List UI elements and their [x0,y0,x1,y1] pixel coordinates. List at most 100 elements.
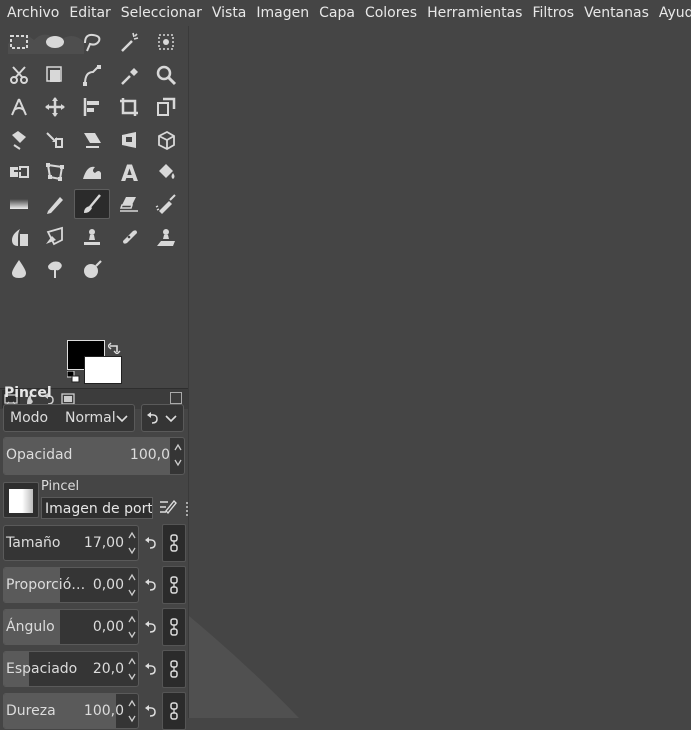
param-link-button[interactable] [162,524,186,562]
param-reset-button[interactable] [141,609,159,645]
spinner-icon[interactable] [127,570,137,600]
free-select-tool[interactable] [74,27,110,57]
background-color[interactable] [84,356,122,384]
mypaint-brush-tool[interactable] [37,222,73,252]
foreground-select-tool[interactable] [37,60,73,90]
menu-archivo[interactable]: Archivo [0,0,64,26]
param-slider[interactable]: Proporció… 0,00 [3,567,139,603]
eraser-tool[interactable] [111,189,147,219]
scissors-select-tool[interactable] [1,60,37,90]
param-reset-button[interactable] [141,525,159,561]
airbrush-tool[interactable] [148,189,184,219]
ink-tool[interactable] [1,222,37,252]
color-select-tool[interactable] [148,27,184,57]
rect-select-tool[interactable] [1,27,37,57]
move-tool[interactable] [37,92,73,122]
unified-transform-tool[interactable] [148,92,184,122]
menu-editar[interactable]: Editar [64,0,115,26]
color-picker-tool[interactable] [111,60,147,90]
clone-icon [84,229,100,245]
blur-icon [12,260,26,278]
canvas-area[interactable] [189,26,691,718]
menu-filtros[interactable]: Filtros [527,0,579,26]
brush-label: Pincel [41,479,80,494]
param-slider[interactable]: Ángulo 0,00 [3,609,139,645]
opacity-value: 100,0 [129,447,170,463]
measure-tool[interactable] [1,92,37,122]
panel-grip[interactable] [186,502,191,516]
param-label: Dureza [6,703,56,719]
edit-brush-icon[interactable] [158,497,178,517]
spinner-icon[interactable] [173,440,183,470]
perspective-tool[interactable] [111,125,147,155]
param-link-button[interactable] [162,608,186,646]
pencil-tool[interactable] [37,189,73,219]
shear-tool[interactable] [74,125,110,155]
fuzzy-select-tool[interactable] [111,27,147,57]
menu-capa[interactable]: Capa [314,0,360,26]
param-link-button[interactable] [162,650,186,688]
menu-ayuda[interactable]: Ayuda [654,0,691,26]
bucket-fill-icon [159,164,175,179]
text-tool[interactable]: A [111,157,147,187]
crop-tool[interactable] [111,92,147,122]
param-slider[interactable]: Tamaño 17,00 [3,525,139,561]
flip-tool[interactable] [1,157,37,187]
menu-vista[interactable]: Vista [207,0,252,26]
menu-imagen[interactable]: Imagen [251,0,314,26]
param-label: Espaciado [6,661,78,677]
spinner-icon[interactable] [127,696,137,726]
cage-transform-tool[interactable] [37,157,73,187]
param-value: 0,00 [92,577,124,593]
reset-icon [144,662,156,675]
param-reset-button[interactable] [141,567,159,603]
spinner-icon[interactable] [127,654,137,684]
perspective-clone-tool[interactable] [148,222,184,252]
menu-colores[interactable]: Colores [360,0,422,26]
paths-tool[interactable] [74,60,110,90]
param-link-button[interactable] [162,566,186,604]
opacity-slider[interactable]: Opacidad 100,0 [3,437,185,475]
param-link-button[interactable] [162,692,186,730]
menu-ventanas[interactable]: Ventanas [579,0,654,26]
warp-transform-tool[interactable] [74,157,110,187]
param-slider[interactable]: Dureza 100,0 [3,693,139,729]
brush-preview[interactable] [3,482,39,518]
mode-select[interactable]: Modo Normal [3,404,135,432]
smudge-tool[interactable] [37,254,73,284]
clone-tool[interactable] [74,222,110,252]
toolbox: A Pincel Modo Normal Opacidad 100,0 Pinc… [0,26,191,730]
reset-icon [144,578,156,591]
param-reset-button[interactable] [141,651,159,687]
align-tool[interactable] [74,92,110,122]
spinner-icon[interactable] [127,612,137,642]
menu-herramientas[interactable]: Herramientas [422,0,527,26]
ellipse-select-tool[interactable] [37,27,73,57]
3d-transform-tool[interactable] [148,125,184,155]
heal-tool[interactable] [111,222,147,252]
paths-icon [83,65,101,86]
zoom-icon [156,65,177,86]
spinner-icon[interactable] [127,528,137,558]
brush-name-field[interactable]: Imagen de portapapeles [41,497,153,519]
cage-transform-icon [46,163,64,181]
param-slider[interactable]: Espaciado 20,0 [3,651,139,687]
rotate-tool[interactable] [1,125,37,155]
gradient-tool[interactable] [1,189,37,219]
3d-transform-icon [158,130,175,151]
paintbrush-tool[interactable] [74,189,110,219]
move-icon [45,97,65,117]
reset-icon [147,412,158,424]
dodge-burn-tool[interactable] [74,254,110,284]
free-select-icon [84,33,101,52]
bucket-fill-tool[interactable] [148,157,184,187]
swap-colors-icon[interactable] [108,342,122,354]
shear-icon [84,133,101,148]
scale-tool[interactable] [37,125,73,155]
param-reset-button[interactable] [141,693,159,729]
reset-icon [144,620,156,633]
menu-seleccionar[interactable]: Seleccionar [116,0,207,26]
mode-reset-select[interactable] [141,404,184,432]
zoom-tool[interactable] [148,60,184,90]
blur-tool[interactable] [1,254,37,284]
